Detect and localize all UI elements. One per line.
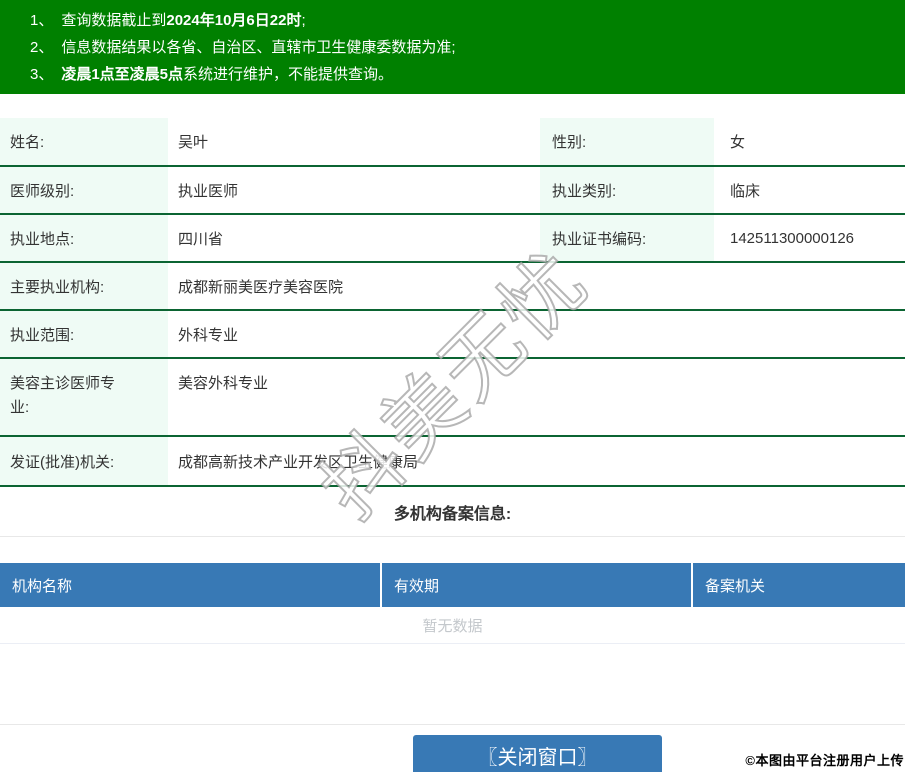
filing-table-header: 机构名称 有效期 备案机关	[0, 563, 905, 607]
field-label-certificate-no: 执业证书编码:	[540, 215, 714, 261]
notice-text-bold: 凌晨1点至凌晨5点	[61, 66, 184, 83]
notice-text: 信息数据结果以各省、自治区、直辖市卫生健康委数据为准;	[61, 39, 456, 56]
field-value-doctor-level: 执业医师	[178, 182, 239, 200]
field-label-practice-category: 执业类别:	[540, 167, 714, 213]
field-label-doctor-level: 医师级别:	[0, 167, 168, 213]
notice-banner: 1、 查询数据截止到2024年10月6日22时; 2、 信息数据结果以各省、自治区、…	[0, 0, 905, 94]
field-value-practice-location: 四川省	[178, 230, 224, 248]
filing-header-validity-period: 有效期	[382, 563, 693, 607]
field-value-main-institution: 成都新丽美医疗美容医院	[178, 278, 344, 296]
field-label-issuing-authority: 发证(批准)机关:	[0, 437, 168, 485]
info-row-issuing-authority: 发证(批准)机关: 成都高新技术产业开发区卫生健康局	[0, 437, 905, 487]
field-label-practice-scope: 执业范围:	[0, 311, 168, 357]
filing-header-institution-name: 机构名称	[0, 563, 382, 607]
info-row-level-category: 医师级别: 执业医师 执业类别: 临床	[0, 167, 905, 215]
notice-text: ;	[301, 12, 306, 29]
notice-text-bold: 2024年10月6日22时	[166, 12, 302, 29]
field-label-practice-location: 执业地点:	[0, 215, 168, 261]
field-value-issuing-authority: 成都高新技术产业开发区卫生健康局	[178, 453, 419, 471]
filing-header-filing-authority: 备案机关	[705, 577, 766, 595]
section-title-multi-institution: 多机构备案信息:	[0, 487, 905, 537]
info-row-main-institution: 主要执业机构: 成都新丽美医疗美容医院	[0, 263, 905, 311]
field-value-cosmetic-specialty: 美容外科专业	[178, 375, 269, 392]
filing-table: 机构名称 有效期 备案机关 暂无数据	[0, 563, 905, 725]
close-window-button[interactable]: 〖关闭窗口〗	[413, 735, 662, 772]
field-value-name: 吴叶	[178, 134, 209, 151]
notice-line-2: 2、 信息数据结果以各省、自治区、直辖市卫生健康委数据为准;	[30, 34, 905, 61]
field-label-main-institution: 主要执业机构:	[0, 263, 168, 309]
field-value-practice-scope: 外科专业	[178, 326, 239, 344]
notice-text: 查询数据截止到	[61, 12, 167, 29]
field-label-gender: 性别:	[540, 118, 714, 165]
info-row-name-gender: 姓名: 吴叶 性别: 女	[0, 118, 905, 167]
field-value-gender: 女	[730, 134, 746, 151]
notice-text: 系统进行维护，不能提供查询。	[183, 66, 394, 83]
notice-number: 3、	[30, 66, 54, 83]
notice-number: 1、	[30, 12, 54, 29]
field-value-practice-category: 临床	[730, 182, 761, 200]
doctor-info-table: 姓名: 吴叶 性别: 女 医师级别: 执业医师 执业类别: 临床 执业地点: 四…	[0, 118, 905, 487]
notice-line-3: 3、 凌晨1点至凌晨5点系统进行维护，不能提供查询。	[30, 61, 905, 88]
copyright-watermark: ©本图由平台注册用户上传	[745, 753, 904, 768]
field-label-name: 姓名:	[0, 118, 168, 165]
field-label-cosmetic-specialty: 美容主诊医师专业:	[0, 359, 168, 435]
field-value-certificate-no: 142511300000126	[730, 229, 855, 247]
info-row-cosmetic-specialty: 美容主诊医师专业: 美容外科专业	[0, 359, 905, 437]
info-row-location-certno: 执业地点: 四川省 执业证书编码: 142511300000126	[0, 215, 905, 263]
notice-line-1: 1、 查询数据截止到2024年10月6日22时;	[30, 7, 905, 34]
empty-table-body	[0, 644, 905, 725]
notice-number: 2、	[30, 39, 54, 56]
empty-data-text: 暂无数据	[0, 607, 905, 644]
info-row-practice-scope: 执业范围: 外科专业	[0, 311, 905, 359]
